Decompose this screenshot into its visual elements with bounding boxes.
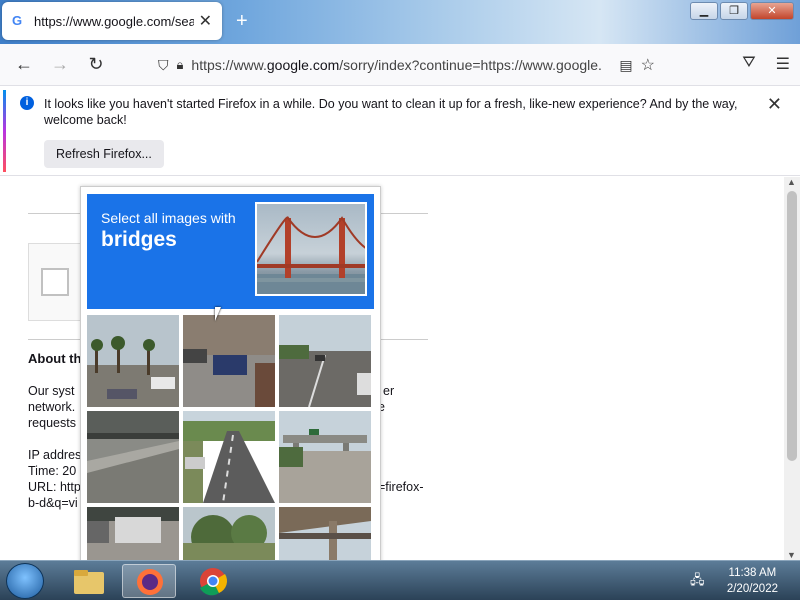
para-line: requests — [28, 416, 76, 430]
challenge-instruction: Select all images with — [101, 210, 236, 226]
windows-taskbar: 🖧︎ 11:38 AM 2/20/2022 — [0, 560, 800, 600]
recaptcha-challenge: Select all images with bridges — [80, 186, 381, 599]
lock-icon[interactable]: 🔒︎ — [177, 57, 184, 73]
new-tab-icon[interactable]: + — [236, 10, 248, 33]
tab-title: https://www.google.com/search? — [34, 13, 194, 29]
scrollbar-thumb[interactable] — [787, 191, 797, 461]
pocket-icon[interactable]: ⛛ — [742, 54, 755, 74]
refresh-firefox-button[interactable]: Refresh Firefox... — [44, 140, 164, 168]
para-line: Our syst — [28, 384, 75, 398]
firefox-taskbar-button[interactable] — [122, 564, 176, 598]
challenge-target: bridges — [101, 228, 177, 251]
clock-date: 2/20/2022 — [726, 583, 778, 595]
recaptcha-box — [28, 243, 88, 321]
image-tile[interactable] — [279, 411, 371, 503]
scroll-up-icon[interactable]: ▲ — [787, 177, 796, 187]
taskbar-clock[interactable]: 11:38 AM 2/20/2022 — [727, 565, 778, 597]
image-tile[interactable] — [183, 315, 275, 407]
about-heading: About th — [28, 351, 82, 366]
reader-view-icon[interactable]: ▤ — [619, 57, 632, 74]
image-tile[interactable] — [279, 315, 371, 407]
clock-time: 11:38 AM — [728, 567, 777, 579]
menu-icon[interactable]: ☰ — [776, 54, 790, 74]
window-title-bar: G https://www.google.com/search? ✕ + ▁ ❐… — [0, 0, 800, 44]
window-controls: ▁ ❐ ✕ — [690, 2, 794, 20]
image-tile[interactable] — [87, 315, 179, 407]
minimize-button[interactable]: ▁ — [690, 2, 718, 20]
browser-tab[interactable]: G https://www.google.com/search? ✕ — [2, 2, 222, 40]
url-bar[interactable]: ⛉ 🔒︎ https://www.google.com/sorry/index?… — [152, 50, 692, 80]
reference-image — [255, 202, 367, 296]
network-icon[interactable]: 🖧︎ — [690, 571, 706, 587]
image-tile[interactable] — [183, 411, 275, 503]
back-icon[interactable]: ← — [6, 54, 42, 75]
page-scrollbar[interactable]: ▲ ▼ — [784, 177, 800, 560]
challenge-header: Select all images with bridges — [87, 194, 374, 309]
notification-close-icon[interactable]: ✕ — [767, 94, 782, 115]
time-line: Time: 20 — [28, 464, 77, 478]
scroll-down-icon[interactable]: ▼ — [787, 550, 796, 560]
recaptcha-checkbox[interactable] — [41, 268, 69, 296]
url-domain: google.com — [266, 57, 340, 73]
google-g-icon: G — [12, 13, 23, 28]
window-close-button[interactable]: ✕ — [750, 2, 794, 20]
maximize-button[interactable]: ❐ — [720, 2, 748, 20]
notification-message: It looks like you haven't started Firefo… — [44, 97, 738, 127]
forward-icon[interactable]: → — [42, 54, 78, 75]
para-line: network. — [28, 400, 76, 414]
para-fragment: er — [383, 384, 395, 398]
info-icon: i — [20, 96, 34, 110]
image-tile[interactable] — [87, 411, 179, 503]
url-line: URL: http — [28, 480, 81, 494]
navigation-toolbar: ← → ↻ ⛉ 🔒︎ https://www.google.com/sorry/… — [0, 44, 800, 86]
reload-icon[interactable]: ↻ — [78, 54, 114, 75]
tab-close-icon[interactable]: ✕ — [199, 11, 212, 31]
chrome-taskbar-button[interactable] — [186, 564, 240, 598]
bookmark-star-icon[interactable]: ☆ — [641, 55, 655, 75]
url-line-2: b-d&q=vi — [28, 496, 78, 510]
url-line-tail: =firefox- — [378, 480, 424, 494]
ip-address-line: IP addres — [28, 448, 82, 462]
tracking-shield-icon[interactable]: ⛉ — [158, 57, 169, 74]
start-button[interactable] — [6, 563, 44, 599]
refresh-notification-bar: i It looks like you haven't started Fire… — [0, 86, 800, 176]
file-explorer-taskbar-button[interactable] — [62, 564, 116, 598]
url-path: /sorry/index?continue=https://www.google… — [339, 57, 602, 73]
notification-accent-stripe — [3, 90, 6, 172]
mouse-pointer-icon — [215, 307, 227, 321]
url-text[interactable]: https://www.google.com/sorry/index?conti… — [191, 57, 611, 73]
url-prefix: https://www. — [191, 57, 267, 73]
